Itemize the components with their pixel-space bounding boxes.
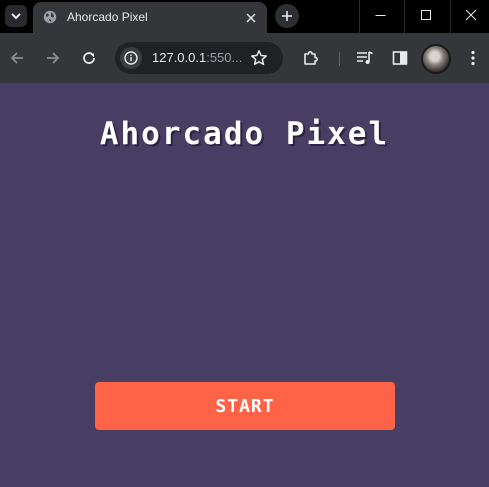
plus-icon [282, 11, 292, 21]
start-button[interactable]: START [95, 382, 395, 430]
window-close-button[interactable] [448, 0, 489, 30]
tab-title: Ahorcado Pixel [67, 10, 148, 24]
back-icon [10, 52, 23, 64]
close-icon[interactable] [243, 10, 259, 26]
browser-toolbar: 127.0.0.1:550... [0, 33, 489, 83]
reload-button[interactable] [77, 46, 101, 70]
browser-tab[interactable]: Ahorcado Pixel [33, 2, 267, 33]
forward-button[interactable] [41, 46, 65, 70]
tab-search-button[interactable] [5, 5, 27, 27]
more-menu-button[interactable] [461, 46, 485, 70]
extensions-button[interactable] [299, 46, 323, 70]
bookmark-button[interactable] [249, 48, 269, 68]
side-panel-icon [392, 51, 408, 65]
globe-icon [43, 10, 57, 24]
back-button[interactable] [5, 46, 29, 70]
new-tab-button[interactable] [275, 4, 299, 28]
forward-icon [47, 52, 60, 64]
maximize-icon [420, 9, 431, 20]
divider [339, 52, 340, 66]
window-close-icon [465, 9, 477, 21]
minimize-button[interactable] [357, 0, 403, 30]
media-controls-button[interactable] [353, 46, 377, 70]
browser-titlebar: Ahorcado Pixel [0, 0, 489, 33]
site-info-button[interactable] [120, 47, 142, 69]
info-icon [124, 51, 138, 65]
page-viewport: Ahorcado Pixel START [0, 83, 489, 487]
minimize-icon [375, 14, 385, 16]
maximize-button[interactable] [403, 0, 449, 30]
star-icon [251, 50, 267, 66]
chevron-down-icon [11, 13, 21, 20]
page-title: Ahorcado Pixel [99, 116, 390, 152]
url-rest: :550... [206, 50, 243, 65]
more-menu-icon [471, 50, 475, 66]
extensions-icon [304, 51, 318, 65]
address-bar[interactable]: 127.0.0.1:550... [115, 42, 283, 74]
reload-icon [83, 52, 95, 64]
url-host: 127.0.0.1 [152, 50, 207, 65]
profile-avatar[interactable] [421, 44, 451, 74]
url-text[interactable]: 127.0.0.1:550... [152, 50, 242, 65]
side-panel-button[interactable] [388, 46, 412, 70]
media-controls-icon [357, 51, 373, 64]
